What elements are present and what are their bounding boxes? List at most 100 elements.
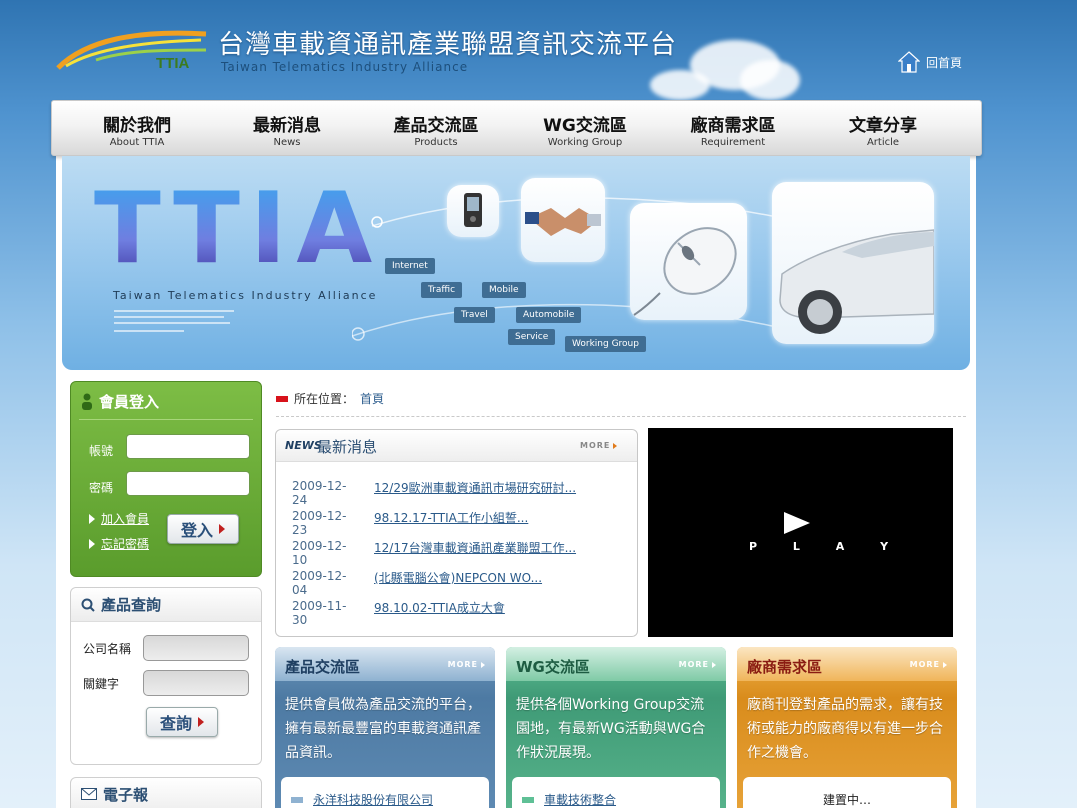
car-icon (779, 229, 935, 334)
keyword-input[interactable] (143, 670, 249, 696)
card-more-link[interactable]: MORE (910, 660, 947, 669)
card-list-item[interactable]: 車載技術整合 (522, 791, 616, 808)
card-list: 永洋科技股份有限公司 (281, 777, 489, 808)
card-title: 廠商需求區 (747, 658, 823, 676)
news-link[interactable]: 98.12.17-TTIA工作小組誓... (374, 509, 528, 537)
arrow-right-icon (89, 513, 95, 524)
site-subtitle: Taiwan Telematics Industry Alliance (221, 60, 469, 74)
bullet-icon (522, 796, 534, 803)
card-header: 廠商需求區 MORE (737, 647, 957, 681)
password-input[interactable] (126, 471, 250, 496)
banner-tag: Travel (454, 307, 495, 323)
company-label: 公司名稱 (83, 642, 132, 656)
product-search-heading: 產品查詢 (71, 588, 261, 622)
nav-sublabel: Requirement (700, 137, 766, 148)
newsletter-title: 電子報 (103, 786, 149, 804)
more-label: MORE (447, 660, 478, 669)
product-search-panel: 產品查詢 公司名稱 關鍵字 查詢 (70, 587, 262, 765)
query-button-label: 查詢 (159, 714, 192, 733)
site-logo[interactable]: TTIA (56, 20, 216, 76)
news-item: 2009-12-10 12/17台灣車載資通訊產業聯盟工作... (292, 539, 576, 567)
play-icon[interactable] (784, 512, 810, 534)
card-description: 廠商刊登對產品的需求，讓有技術或能力的廠商得以有進一步合作之機會。 (747, 697, 943, 761)
more-label: MORE (678, 660, 709, 669)
news-item: 2009-12-23 98.12.17-TTIA工作小組誓... (292, 509, 528, 537)
nav-sublabel: Article (866, 137, 900, 148)
divider (276, 416, 966, 417)
nav-label: 最新消息 (253, 116, 321, 136)
card-title: 產品交流區 (285, 658, 361, 676)
query-button[interactable]: 查詢 (146, 707, 218, 737)
nav-item-news[interactable]: 最新消息 News (250, 111, 324, 148)
product-search-title: 產品查詢 (101, 596, 162, 614)
nav-item-products[interactable]: 產品交流區 Products (389, 111, 483, 148)
join-member-link[interactable]: 加入會員 (89, 510, 149, 527)
card-list-item[interactable]: 永洋科技股份有限公司 (291, 791, 433, 808)
card-list-item: 建置中… (823, 791, 871, 808)
handshake-image (521, 178, 605, 262)
forgot-password-link[interactable]: 忘記密碼 (89, 535, 149, 552)
home-icon (898, 51, 920, 73)
card-more-link[interactable]: MORE (448, 660, 485, 669)
more-label: MORE (909, 660, 940, 669)
banner-tag: Service (508, 329, 556, 345)
more-arrow-icon (712, 661, 716, 668)
banner-tagline: Taiwan Telematics Industry Alliance (113, 289, 378, 302)
search-icon (81, 598, 95, 612)
news-link[interactable]: 12/29歐洲車載資通訊市場研究研討... (374, 479, 576, 507)
company-input[interactable] (143, 635, 249, 661)
newsletter-panel[interactable]: 電子報 (70, 777, 262, 808)
more-arrow-icon (613, 442, 618, 449)
bullet-icon (291, 796, 303, 803)
news-link[interactable]: 98.10.02-TTIA成立大會 (374, 599, 505, 627)
home-link[interactable]: 回首頁 (898, 50, 962, 74)
login-button[interactable]: 登入 (167, 514, 239, 544)
mouse-image (630, 203, 747, 320)
divider (79, 419, 253, 420)
news-date: 2009-12-04 (292, 569, 347, 597)
banner-fine-print (114, 310, 234, 332)
news-date: 2009-12-10 (292, 539, 347, 567)
news-item: 2009-12-24 12/29歐洲車載資通訊市場研究研討... (292, 479, 576, 507)
breadcrumb: 所在位置： 首頁 (276, 390, 384, 407)
news-more-link[interactable]: MORE (580, 441, 618, 450)
news-panel: NEWS 最新消息 MORE 2009-12-24 12/29歐洲車載資通訊市場… (275, 429, 638, 637)
card-list-item-label: 建置中… (823, 793, 872, 807)
site-title: 台灣車載資通訊產業聯盟資訊交流平台 (218, 30, 678, 60)
nav-sublabel: Products (414, 137, 458, 148)
account-label: 帳號 (89, 444, 114, 458)
news-date: 2009-12-23 (292, 509, 347, 537)
banner-tag: Traffic (421, 282, 463, 298)
cloud-decoration (650, 70, 710, 100)
nav-item-article[interactable]: 文章分享 Article (844, 111, 922, 148)
play-label: P L A Y (749, 540, 905, 553)
breadcrumb-prefix: 所在位置： (294, 392, 355, 406)
account-input[interactable] (126, 434, 250, 459)
video-player[interactable]: P L A Y (648, 428, 953, 637)
news-link[interactable]: 12/17台灣車載資通訊產業聯盟工作... (374, 539, 576, 567)
nav-item-requirement[interactable]: 廠商需求區 Requirement (686, 111, 780, 148)
nav-item-about[interactable]: 關於我們 About TTIA (100, 111, 174, 148)
card-products: 產品交流區 MORE 提供會員做為產品交流的平台，擁有最新最豐富的車載資通訊產品… (275, 647, 495, 808)
card-description: 提供各個Working Group交流園地，有最新WG活動與WG合作狀況展現。 (516, 697, 706, 761)
logo-text: TTIA (156, 55, 189, 72)
card-more-link[interactable]: MORE (679, 660, 716, 669)
card-list-item-label: 車載技術整合 (544, 793, 617, 807)
arrow-right-icon (89, 538, 95, 549)
nav-label: 產品交流區 (393, 116, 479, 136)
nav-label: 文章分享 (849, 116, 917, 136)
handshake-icon (525, 208, 601, 236)
banner-big-text: TTIA (94, 172, 383, 286)
breadcrumb-home-link[interactable]: 首頁 (360, 390, 384, 407)
login-button-label: 登入 (180, 521, 213, 540)
arrow-right-icon (198, 717, 204, 727)
news-link[interactable]: (北縣電腦公會)NEPCON WO... (374, 569, 542, 597)
phone-image (447, 185, 499, 237)
more-label: MORE (580, 441, 611, 450)
card-list-item-label: 永洋科技股份有限公司 (313, 793, 434, 807)
home-label: 回首頁 (926, 55, 963, 70)
banner-tag: Mobile (482, 282, 526, 298)
nav-item-working-group[interactable]: WG交流區 Working Group (538, 111, 632, 148)
nav-sublabel: News (273, 137, 301, 148)
nav-label: 關於我們 (103, 116, 171, 136)
